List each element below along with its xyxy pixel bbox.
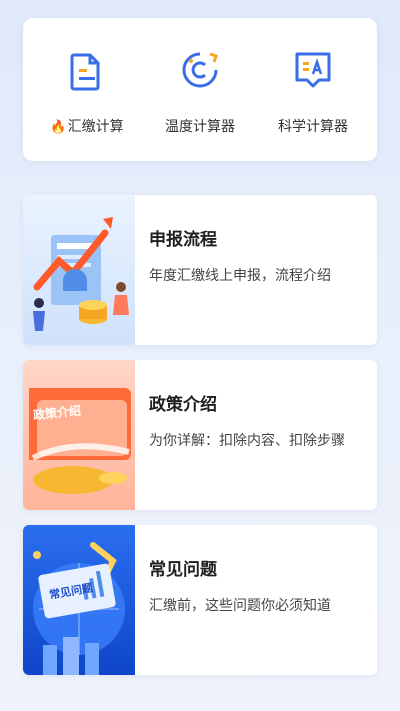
tool-label: 科学计算器: [278, 119, 348, 135]
tool-temperature-calc[interactable]: 温度计算器: [150, 18, 250, 161]
fire-icon: 🔥: [50, 120, 67, 135]
card-policy-intro[interactable]: 政策介绍 政策介绍 为你详解：扣除内容、扣除步骤: [23, 360, 377, 510]
card-faq[interactable]: 常见问题 常见问题 汇缴前，这些问题你必须知道: [23, 525, 377, 675]
tool-label: 温度计算器: [165, 119, 235, 135]
policy-ticket-illustration: 政策介绍: [23, 360, 135, 510]
card-desc: 汇缴前，这些问题你必须知道: [149, 598, 331, 614]
tool-scientific-calc[interactable]: 科学计算器: [263, 18, 363, 161]
card-desc: 为你详解：扣除内容、扣除步骤: [149, 433, 345, 449]
report-growth-illustration: [23, 195, 135, 345]
tools-panel: 🔥汇缴计算 温度计算器 科学计算器: [23, 18, 377, 161]
document-calc-icon: [63, 46, 111, 94]
card-title: 政策介绍: [149, 395, 217, 415]
faq-globe-illustration: 常见问题: [23, 525, 135, 675]
card-title: 申报流程: [149, 230, 217, 250]
card-filing-process[interactable]: 申报流程 年度汇缴线上申报，流程介绍: [23, 195, 377, 345]
scientific-calc-icon: [289, 46, 337, 94]
card-title: 常见问题: [149, 560, 217, 580]
card-desc: 年度汇缴线上申报，流程介绍: [149, 268, 331, 284]
tool-settlement-calc[interactable]: 🔥汇缴计算: [37, 18, 137, 161]
temperature-c-icon: [176, 46, 224, 94]
tool-label: 汇缴计算: [67, 119, 124, 135]
